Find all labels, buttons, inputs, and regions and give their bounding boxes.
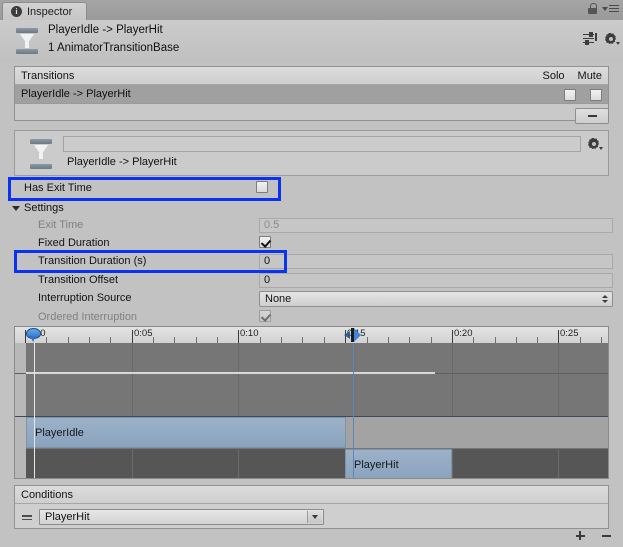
header-icon-group [583, 32, 620, 45]
transition-duration-label: Transition Duration (s) [38, 255, 147, 267]
has-exit-time-label: Has Exit Time [24, 182, 92, 194]
info-icon: i [11, 6, 22, 17]
remove-transition-button[interactable] [575, 108, 609, 124]
tick-label-5: 0:25 [560, 328, 579, 339]
lock-icon[interactable] [588, 3, 597, 14]
mute-checkbox[interactable] [590, 88, 602, 101]
transition-start-marker[interactable] [343, 328, 363, 342]
clip-player-hit-label: PlayerHit [354, 458, 399, 471]
has-exit-time-row: Has Exit Time [24, 181, 284, 198]
has-exit-time-checkbox[interactable] [256, 181, 268, 193]
condition-parameter-value: PlayerHit [45, 511, 90, 523]
transition-row-label: PlayerIdle -> PlayerHit [21, 88, 131, 100]
conditions-add-remove-controls [568, 528, 618, 543]
clip-player-idle[interactable]: PlayerIdle [26, 417, 346, 448]
transitions-panel-header: Transitions Solo Mute [15, 67, 608, 85]
exit-time-marker[interactable] [26, 328, 42, 343]
tick-label-1: 0:05 [134, 328, 153, 339]
field-transition-offset: Transition Offset 0 [38, 273, 613, 290]
transition-row-toggles [564, 85, 602, 104]
chevron-down-icon [307, 511, 322, 523]
solo-column-label: Solo [542, 70, 565, 82]
gear-icon[interactable] [587, 137, 603, 150]
exit-time-label: Exit Time [38, 219, 84, 231]
exit-time-input[interactable]: 0.5 [259, 218, 613, 233]
timeline-body[interactable]: PlayerIdle PlayerHit [15, 343, 608, 478]
plus-glyph-v [579, 531, 581, 540]
conditions-header-label: Conditions [21, 488, 73, 501]
transition-duration-input[interactable]: 0 [259, 254, 613, 269]
conditions-panel-header: Conditions [15, 486, 608, 504]
clip-player-idle-label: PlayerIdle [35, 426, 84, 439]
animator-transition-icon [13, 26, 41, 56]
source-clip-inactive-region [345, 417, 608, 448]
stepper-arrows-icon [602, 295, 608, 303]
object-header: PlayerIdle -> PlayerHit 1 AnimatorTransi… [0, 20, 623, 63]
tick-label-4: 0:20 [454, 328, 473, 339]
drag-handle-icon[interactable] [21, 511, 33, 523]
unity-inspector-window: i Inspector PlayerIdle -> PlayerHit 1 An… [0, 0, 623, 547]
settings-foldout[interactable]: Settings [12, 202, 64, 214]
gear-icon[interactable] [604, 32, 620, 45]
remove-condition-button[interactable] [594, 528, 618, 543]
hamburger-menu-icon[interactable] [602, 4, 619, 13]
transition-offset-input[interactable]: 0 [259, 273, 613, 288]
object-subtitle: 1 AnimatorTransitionBase [48, 42, 180, 54]
transitions-panel: Transitions Solo Mute PlayerIdle -> Play… [14, 66, 609, 121]
add-condition-button[interactable] [568, 528, 592, 543]
ordered-interruption-checkbox[interactable] [259, 310, 271, 322]
window-tabbar: i Inspector [0, 0, 623, 21]
field-exit-time: Exit Time 0.5 [38, 218, 613, 235]
animator-transition-icon [27, 137, 53, 171]
interruption-source-value: None [265, 293, 292, 305]
solo-checkbox[interactable] [564, 88, 576, 101]
transitions-header-label: Transitions [21, 69, 75, 82]
solo-mute-headers: Solo Mute [543, 67, 603, 85]
field-transition-duration: Transition Duration (s) 0 [38, 254, 613, 271]
transition-list-row[interactable]: PlayerIdle -> PlayerHit [15, 85, 608, 104]
chevron-down-icon [12, 205, 20, 211]
inspector-body: Transitions Solo Mute PlayerIdle -> Play… [0, 62, 623, 547]
mute-column-label: Mute [577, 70, 602, 82]
transition-start-playhead-line [353, 343, 354, 478]
dest-clip-inactive-region [26, 449, 608, 478]
timeline-gutter [15, 343, 26, 478]
settings-foldout-label: Settings [24, 202, 64, 214]
minus-glyph [601, 534, 611, 537]
fixed-duration-checkbox[interactable] [259, 236, 271, 248]
minus-glyph [587, 115, 597, 117]
tab-inspector-label: Inspector [27, 5, 73, 18]
interruption-source-dropdown[interactable]: None [259, 291, 613, 307]
tab-inspector[interactable]: i Inspector [2, 2, 88, 20]
condition-row: PlayerHit [21, 509, 324, 525]
interruption-source-label: Interruption Source [38, 292, 132, 304]
clip-player-hit[interactable]: PlayerHit [345, 449, 452, 478]
tick-label-2: 0:10 [240, 328, 259, 339]
conditions-panel: Conditions PlayerHit [14, 485, 609, 529]
page-title: PlayerIdle -> PlayerHit [48, 24, 163, 36]
field-ordered-interruption: Ordered Interruption [38, 310, 613, 327]
fixed-duration-label: Fixed Duration [38, 237, 110, 249]
field-interruption-source: Interruption Source None [38, 291, 613, 308]
transition-offset-label: Transition Offset [38, 274, 119, 286]
preset-sliders-icon[interactable] [583, 32, 597, 45]
condition-parameter-dropdown[interactable]: PlayerHit [39, 509, 324, 525]
transition-preview-box: PlayerIdle -> PlayerHit [14, 130, 609, 176]
exit-time-playhead-line [34, 343, 35, 478]
timeline-ruler[interactable]: 0:00 0:05 0:10 0:15 0:20 0:25 [15, 327, 608, 344]
transition-object-field[interactable] [63, 136, 581, 152]
blend-curve [26, 372, 435, 374]
ordered-interruption-label: Ordered Interruption [38, 311, 138, 323]
tabbar-right-controls [588, 3, 619, 14]
transitions-list-filler [15, 104, 608, 120]
transition-timeline[interactable]: 0:00 0:05 0:10 0:15 0:20 0:25 [14, 326, 609, 479]
transition-preview-name: PlayerIdle -> PlayerHit [67, 156, 177, 168]
field-fixed-duration: Fixed Duration [38, 236, 613, 253]
